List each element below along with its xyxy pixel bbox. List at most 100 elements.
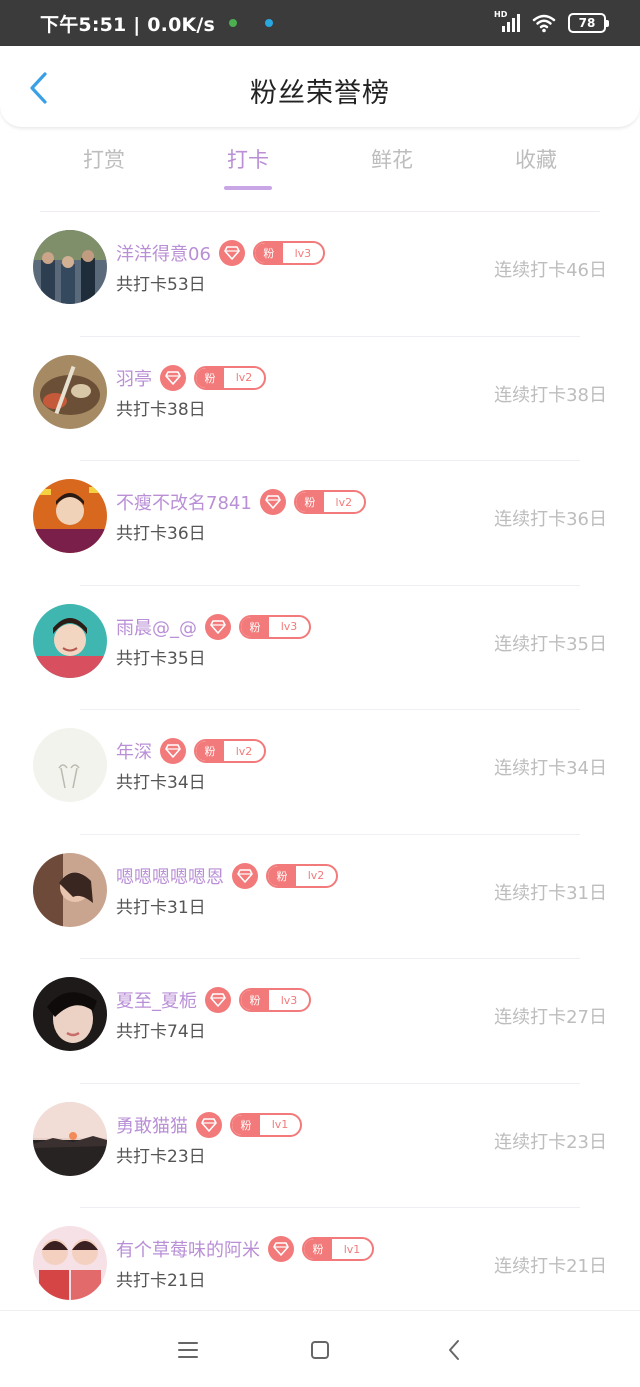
status-bar: 下午5:51 | 0.0K/s HD 78 bbox=[0, 0, 640, 46]
tab-bar: 打赏 打卡 鲜花 收藏 bbox=[0, 130, 640, 212]
status-time: 下午5:51 | 0.0K/s bbox=[40, 13, 216, 36]
fan-level: lv2 bbox=[307, 869, 325, 882]
streak-checkin: 连续打卡23日 bbox=[494, 1131, 607, 1153]
streak-checkin: 连续打卡27日 bbox=[494, 1007, 607, 1028]
list-item[interactable]: 雨晨@_@ 粉 lv3 共打卡35日 连续打卡35日 bbox=[0, 586, 640, 710]
diamond-icon bbox=[259, 489, 286, 515]
fan-level: lv2 bbox=[335, 495, 353, 509]
user-name[interactable]: 夏至_夏栀 bbox=[116, 987, 197, 1013]
diamond-icon bbox=[160, 738, 186, 764]
list-item[interactable]: 不瘦不改名7841 粉 lv2 共打卡36日 连续打卡36日 bbox=[0, 461, 640, 586]
diamond-icon bbox=[232, 862, 258, 889]
name-line: 夏至_夏栀 粉 lv3 bbox=[116, 987, 311, 1013]
avatar[interactable] bbox=[33, 354, 107, 429]
menu-button[interactable] bbox=[148, 1311, 228, 1387]
name-line: 不瘦不改名7841 粉 lv2 bbox=[116, 489, 366, 515]
fan-level: lv1 bbox=[343, 1242, 361, 1256]
total-checkin: 共打卡31日 bbox=[116, 897, 206, 918]
streak-checkin: 连续打卡36日 bbox=[494, 509, 607, 530]
avatar[interactable] bbox=[33, 603, 107, 678]
avatar[interactable] bbox=[33, 1226, 107, 1300]
fan-level: lv3 bbox=[294, 246, 312, 260]
avatar[interactable] bbox=[33, 852, 107, 927]
notification-dot-icon bbox=[229, 19, 238, 27]
fan-label: 粉 bbox=[304, 1239, 332, 1259]
avatar[interactable] bbox=[33, 977, 107, 1051]
user-name[interactable]: 有个草莓味的阿米 bbox=[116, 1236, 260, 1262]
user-name[interactable]: 嗯嗯嗯嗯嗯恩 bbox=[116, 863, 224, 889]
fan-label: 粉 bbox=[232, 1114, 260, 1135]
fan-label: 粉 bbox=[241, 616, 269, 637]
name-line: 雨晨@_@ 粉 lv3 bbox=[116, 613, 311, 640]
fan-level-badge: 粉 lv3 bbox=[239, 988, 311, 1012]
page-title: 粉丝荣誉榜 bbox=[250, 78, 390, 109]
home-square-icon bbox=[311, 1340, 329, 1359]
total-checkin: 共打卡38日 bbox=[116, 399, 206, 420]
total-checkin: 共打卡35日 bbox=[116, 648, 206, 669]
avatar[interactable] bbox=[33, 230, 107, 304]
back-arrow-icon bbox=[449, 1339, 459, 1360]
user-name[interactable]: 雨晨@_@ bbox=[116, 614, 197, 640]
avatar[interactable] bbox=[33, 1101, 107, 1176]
fan-level-badge: 粉 lv3 bbox=[252, 241, 325, 265]
fan-label: 粉 bbox=[268, 865, 296, 886]
fan-label: 粉 bbox=[254, 243, 283, 263]
tab-flowers[interactable]: 鲜花 bbox=[332, 144, 452, 174]
tab-favorites[interactable]: 收藏 bbox=[476, 144, 596, 174]
list-item[interactable]: 年深 粉 lv2 共打卡34日 连续打卡34日 bbox=[0, 710, 640, 835]
app-dot-icon bbox=[265, 19, 274, 27]
user-name[interactable]: 年深 bbox=[116, 738, 152, 764]
fan-level: lv2 bbox=[235, 744, 253, 758]
tab-active-indicator bbox=[224, 186, 272, 190]
total-checkin: 共打卡53日 bbox=[116, 275, 206, 295]
tab-reward[interactable]: 打赏 bbox=[44, 144, 164, 174]
system-nav-bar bbox=[0, 1310, 640, 1387]
fan-level: lv3 bbox=[280, 620, 298, 633]
avatar[interactable] bbox=[33, 479, 107, 553]
streak-checkin: 连续打卡21日 bbox=[494, 1256, 607, 1277]
streak-checkin: 连续打卡34日 bbox=[494, 758, 607, 779]
streak-checkin: 连续打卡38日 bbox=[494, 384, 607, 406]
home-button[interactable] bbox=[280, 1311, 360, 1387]
name-line: 年深 粉 lv2 bbox=[116, 738, 266, 764]
total-checkin: 共打卡34日 bbox=[116, 773, 206, 793]
fan-level-badge: 粉 lv1 bbox=[302, 1237, 374, 1261]
name-line: 羽亭 粉 lv2 bbox=[116, 364, 266, 391]
user-name[interactable]: 勇敢猫猫 bbox=[116, 1112, 188, 1138]
diamond-icon bbox=[205, 613, 231, 640]
battery-level: 78 bbox=[578, 16, 596, 30]
user-name[interactable]: 不瘦不改名7841 bbox=[116, 489, 252, 515]
fan-level-badge: 粉 lv1 bbox=[230, 1112, 302, 1137]
fan-label: 粉 bbox=[241, 990, 269, 1010]
user-name[interactable]: 羽亭 bbox=[116, 365, 152, 391]
fan-label: 粉 bbox=[196, 367, 224, 388]
list-item[interactable]: 洋洋得意06 粉 lv3 共打卡53日 连续打卡46日 bbox=[0, 212, 640, 337]
wifi-icon bbox=[532, 14, 556, 33]
list-item[interactable]: 嗯嗯嗯嗯嗯恩 粉 lv2 共打卡31日 连续打卡31日 bbox=[0, 835, 640, 959]
fan-level: lv1 bbox=[271, 1118, 289, 1131]
diamond-icon bbox=[218, 240, 245, 266]
name-line: 有个草莓味的阿米 粉 lv1 bbox=[116, 1236, 374, 1262]
total-checkin: 共打卡74日 bbox=[116, 1022, 206, 1042]
diamond-icon bbox=[160, 364, 186, 391]
system-back-button[interactable] bbox=[414, 1311, 494, 1387]
signal-icon: HD bbox=[494, 10, 520, 34]
list-item[interactable]: 勇敢猫猫 粉 lv1 共打卡23日 连续打卡23日 bbox=[0, 1084, 640, 1208]
avatar[interactable] bbox=[33, 728, 107, 802]
fan-level-badge: 粉 lv2 bbox=[194, 739, 266, 763]
fan-label: 粉 bbox=[196, 741, 224, 761]
total-checkin: 共打卡23日 bbox=[116, 1146, 206, 1167]
fan-level-badge: 粉 lv2 bbox=[194, 365, 266, 390]
list-item[interactable]: 夏至_夏栀 粉 lv3 共打卡74日 连续打卡27日 bbox=[0, 959, 640, 1084]
fan-level-badge: 粉 lv2 bbox=[266, 863, 338, 888]
user-name[interactable]: 洋洋得意06 bbox=[116, 240, 211, 266]
list-item[interactable]: 羽亭 粉 lv2 共打卡38日 连续打卡38日 bbox=[0, 337, 640, 461]
fan-level: lv2 bbox=[235, 371, 253, 384]
tab-checkin-label: 打卡 bbox=[227, 148, 269, 172]
tab-checkin[interactable]: 打卡 bbox=[188, 144, 308, 190]
name-line: 勇敢猫猫 粉 lv1 bbox=[116, 1111, 302, 1138]
total-checkin: 共打卡21日 bbox=[116, 1271, 206, 1291]
name-line: 嗯嗯嗯嗯嗯恩 粉 lv2 bbox=[116, 862, 338, 889]
header: 粉丝荣誉榜 bbox=[0, 46, 640, 128]
diamond-icon bbox=[205, 987, 231, 1013]
